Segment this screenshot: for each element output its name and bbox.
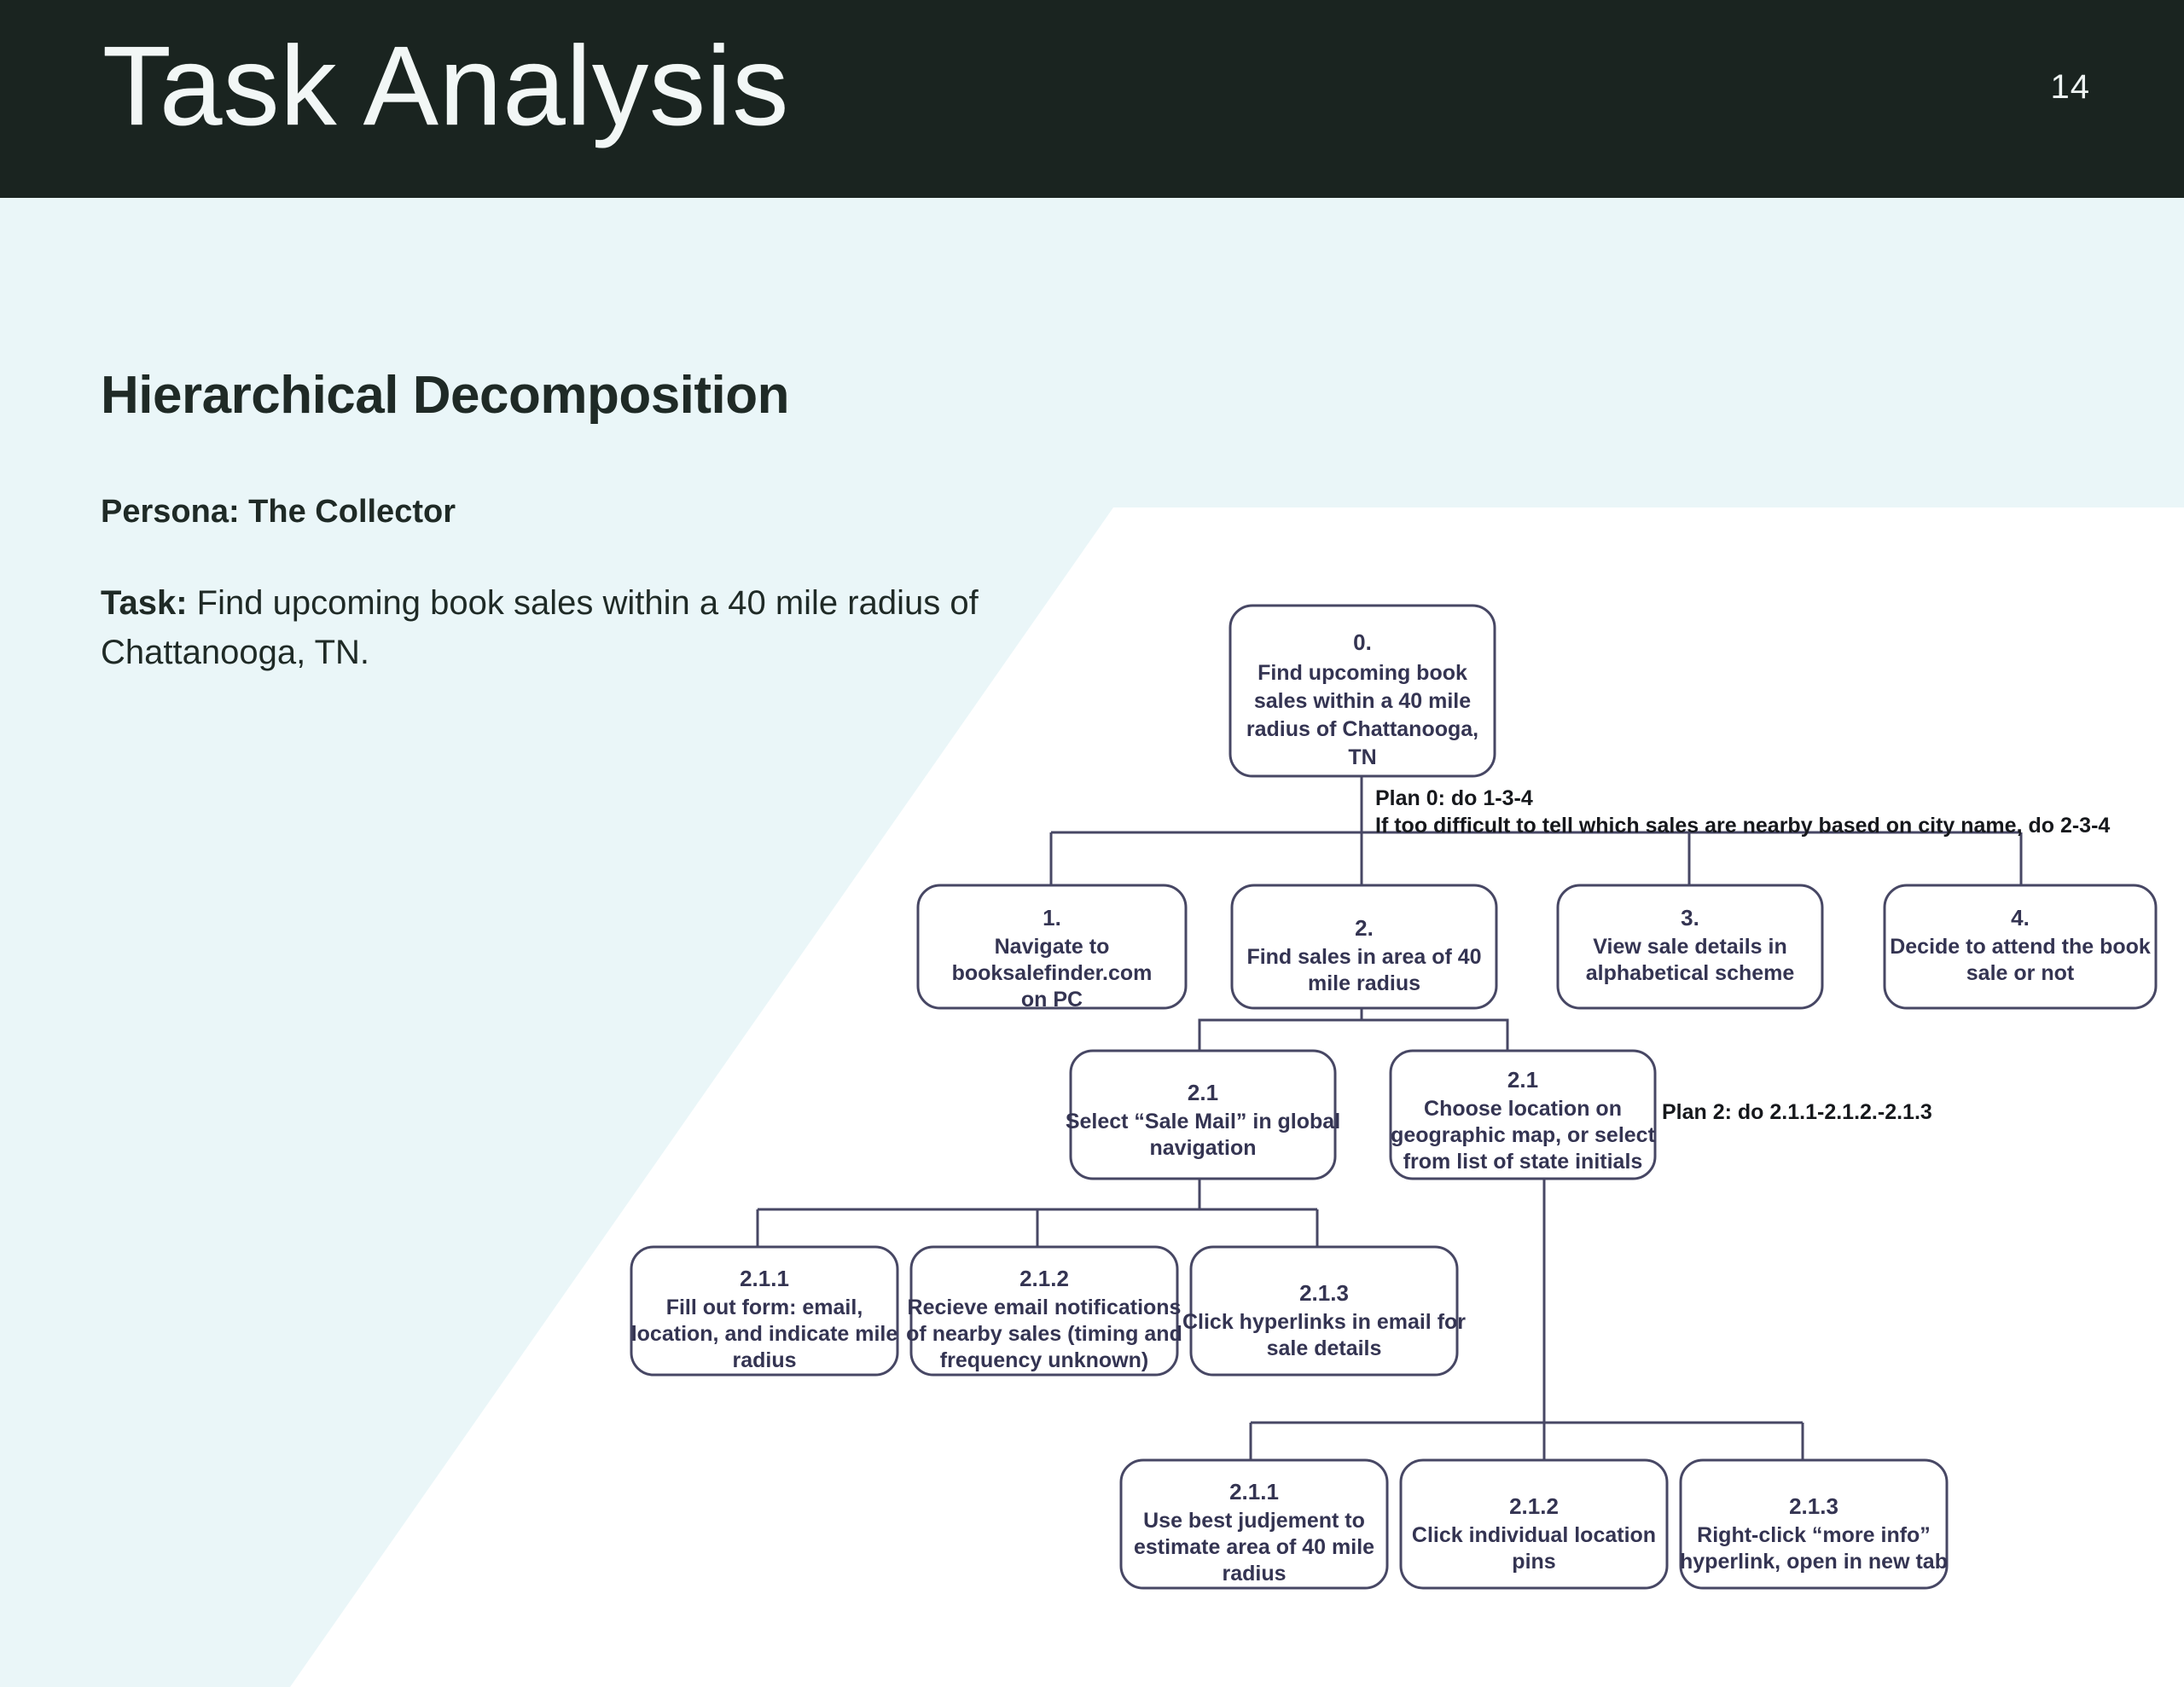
task-node-3-number: 3.	[1681, 905, 1699, 930]
task-node-4-number: 4.	[2011, 905, 2030, 930]
task-node-2-1-1-fill-form-line-3: radius	[732, 1348, 796, 1372]
task-node-2-line-2: mile radius	[1308, 971, 1420, 995]
task-node-2-1-choose-location-line-2: geographic map, or select	[1391, 1123, 1655, 1147]
task-node-2-1-sale-mail[interactable]: 2.1 Select “Sale Mail” in global navigat…	[1066, 1049, 1340, 1180]
task-node-2-1-3-more-info-number: 2.1.3	[1789, 1493, 1838, 1519]
task-node-2-1-1-estimate-area-line-2: estimate area of 40 mile	[1134, 1535, 1374, 1559]
task-node-2-1-choose-location-number: 2.1	[1507, 1067, 1538, 1093]
edge-node2-to-21a	[1198, 1008, 1363, 1051]
task-node-2-1-2-email-notifications-line-1: Recieve email notifications	[908, 1296, 1182, 1319]
task-node-2-1-2-email-notifications[interactable]: 2.1.2 Recieve email notifications of nea…	[906, 1245, 1182, 1377]
task-node-4[interactable]: 4. Decide to attend the book sale or not	[1883, 884, 2158, 1010]
plan0-line-1: Plan 0: do 1-3-4	[1375, 786, 1533, 810]
task-node-3-line-2: alphabetical scheme	[1586, 961, 1795, 985]
task-node-2-1-sale-mail-line-2: navigation	[1149, 1136, 1256, 1160]
task-node-1-number: 1.	[1043, 905, 1061, 930]
task-node-2-number: 2.	[1355, 915, 1374, 941]
task-node-2-1-3-more-info-line-2: hyperlink, open in new tab	[1680, 1550, 1948, 1574]
task-node-2-1-sale-mail-line-1: Select “Sale Mail” in global	[1066, 1110, 1340, 1133]
task-node-2-1-2-location-pins-line-2: pins	[1512, 1550, 1555, 1574]
task-node-2-1-1-estimate-area-line-3: radius	[1222, 1562, 1286, 1586]
plan-label-plan2: Plan 2: do 2.1.1-2.1.2.-2.1.3	[1662, 1100, 1932, 1124]
task-node-2-1-1-estimate-area-number: 2.1.1	[1229, 1479, 1279, 1504]
task-node-2-1-2-location-pins[interactable]: 2.1.2 Click individual location pins	[1399, 1458, 1669, 1590]
task-node-4-line-1: Decide to attend the book	[1890, 935, 2151, 959]
task-node-0-line-2: sales within a 40 mile	[1254, 689, 1471, 713]
task-node-0-line-4: TN	[1348, 745, 1376, 769]
plan2-line-1: Plan 2: do 2.1.1-2.1.2.-2.1.3	[1662, 1100, 1932, 1124]
task-node-2-1-choose-location[interactable]: 2.1 Choose location on geographic map, o…	[1389, 1049, 1657, 1180]
task-node-2-1-1-fill-form-number: 2.1.1	[740, 1266, 789, 1291]
task-node-3-line-1: View sale details in	[1593, 935, 1786, 959]
task-node-2-1-3-more-info-line-1: Right-click “more info”	[1697, 1523, 1931, 1547]
task-node-0-number: 0.	[1353, 629, 1372, 655]
task-node-2-1-2-location-pins-number: 2.1.2	[1509, 1493, 1559, 1519]
task-node-2-1-2-email-notifications-line-2: of nearby sales (timing and	[906, 1322, 1182, 1346]
task-node-2-1-choose-location-line-3: from list of state initials	[1403, 1150, 1643, 1174]
plan0-line-2: If too difficult to tell which sales are…	[1375, 814, 2110, 838]
task-node-2-1-1-estimate-area-line-1: Use best judjement to	[1143, 1509, 1365, 1533]
task-node-2-1-sale-mail-number: 2.1	[1188, 1080, 1218, 1105]
task-node-0-line-1: Find upcoming book	[1258, 661, 1467, 685]
task-node-2-1-3-click-hyperlinks-line-1: Click hyperlinks in email for	[1182, 1310, 1466, 1334]
task-node-1-line-3: on PC	[1021, 988, 1083, 1012]
task-node-1-line-1: Navigate to	[995, 935, 1110, 959]
task-node-4-line-2: sale or not	[1966, 961, 2075, 985]
plan-label-plan0: Plan 0: do 1-3-4 If too difficult to tel…	[1375, 786, 2110, 838]
slide-root: Task Analysis 14 Hierarchical Decomposit…	[0, 0, 2184, 1687]
task-node-1-line-2: booksalefinder.com	[952, 961, 1153, 985]
task-node-2-1-2-location-pins-line-1: Click individual location	[1412, 1523, 1656, 1547]
diagram-canvas: Plan 0: do 1-3-4 If too difficult to tel…	[630, 604, 2158, 1590]
task-node-3[interactable]: 3. View sale details in alphabetical sch…	[1556, 884, 1824, 1010]
hierarchical-task-analysis-diagram: Plan 0: do 1-3-4 If too difficult to tel…	[0, 0, 2184, 1687]
task-node-2-1-3-click-hyperlinks-number: 2.1.3	[1299, 1280, 1349, 1306]
task-node-2-1-1-fill-form[interactable]: 2.1.1 Fill out form: email, location, an…	[630, 1245, 899, 1377]
task-node-0-line-3: radius of Chattanooga,	[1246, 717, 1478, 741]
task-node-2-1-choose-location-line-1: Choose location on	[1424, 1097, 1622, 1121]
edge-node2-to-21b	[1360, 1008, 1509, 1051]
task-node-2-1-2-email-notifications-line-3: frequency unknown)	[940, 1348, 1148, 1372]
task-node-2-line-1: Find sales in area of 40	[1246, 945, 1481, 969]
task-node-0[interactable]: 0. Find upcoming book sales within a 40 …	[1228, 604, 1496, 778]
task-node-2-1-3-more-info[interactable]: 2.1.3 Right-click “more info” hyperlink,…	[1679, 1458, 1949, 1590]
task-node-2-1-2-email-notifications-number: 2.1.2	[1019, 1266, 1069, 1291]
task-node-1[interactable]: 1. Navigate to booksalefinder.com on PC	[916, 884, 1188, 1012]
task-node-2[interactable]: 2. Find sales in area of 40 mile radius	[1230, 884, 1498, 1010]
task-node-2-1-1-fill-form-line-1: Fill out form: email,	[666, 1296, 863, 1319]
task-node-2-1-3-click-hyperlinks[interactable]: 2.1.3 Click hyperlinks in email for sale…	[1182, 1245, 1466, 1377]
task-node-2-1-3-click-hyperlinks-line-2: sale details	[1267, 1336, 1382, 1360]
task-node-2-1-1-fill-form-line-2: location, and indicate mile	[631, 1322, 898, 1346]
task-node-2-1-1-estimate-area[interactable]: 2.1.1 Use best judjement to estimate are…	[1119, 1458, 1389, 1590]
